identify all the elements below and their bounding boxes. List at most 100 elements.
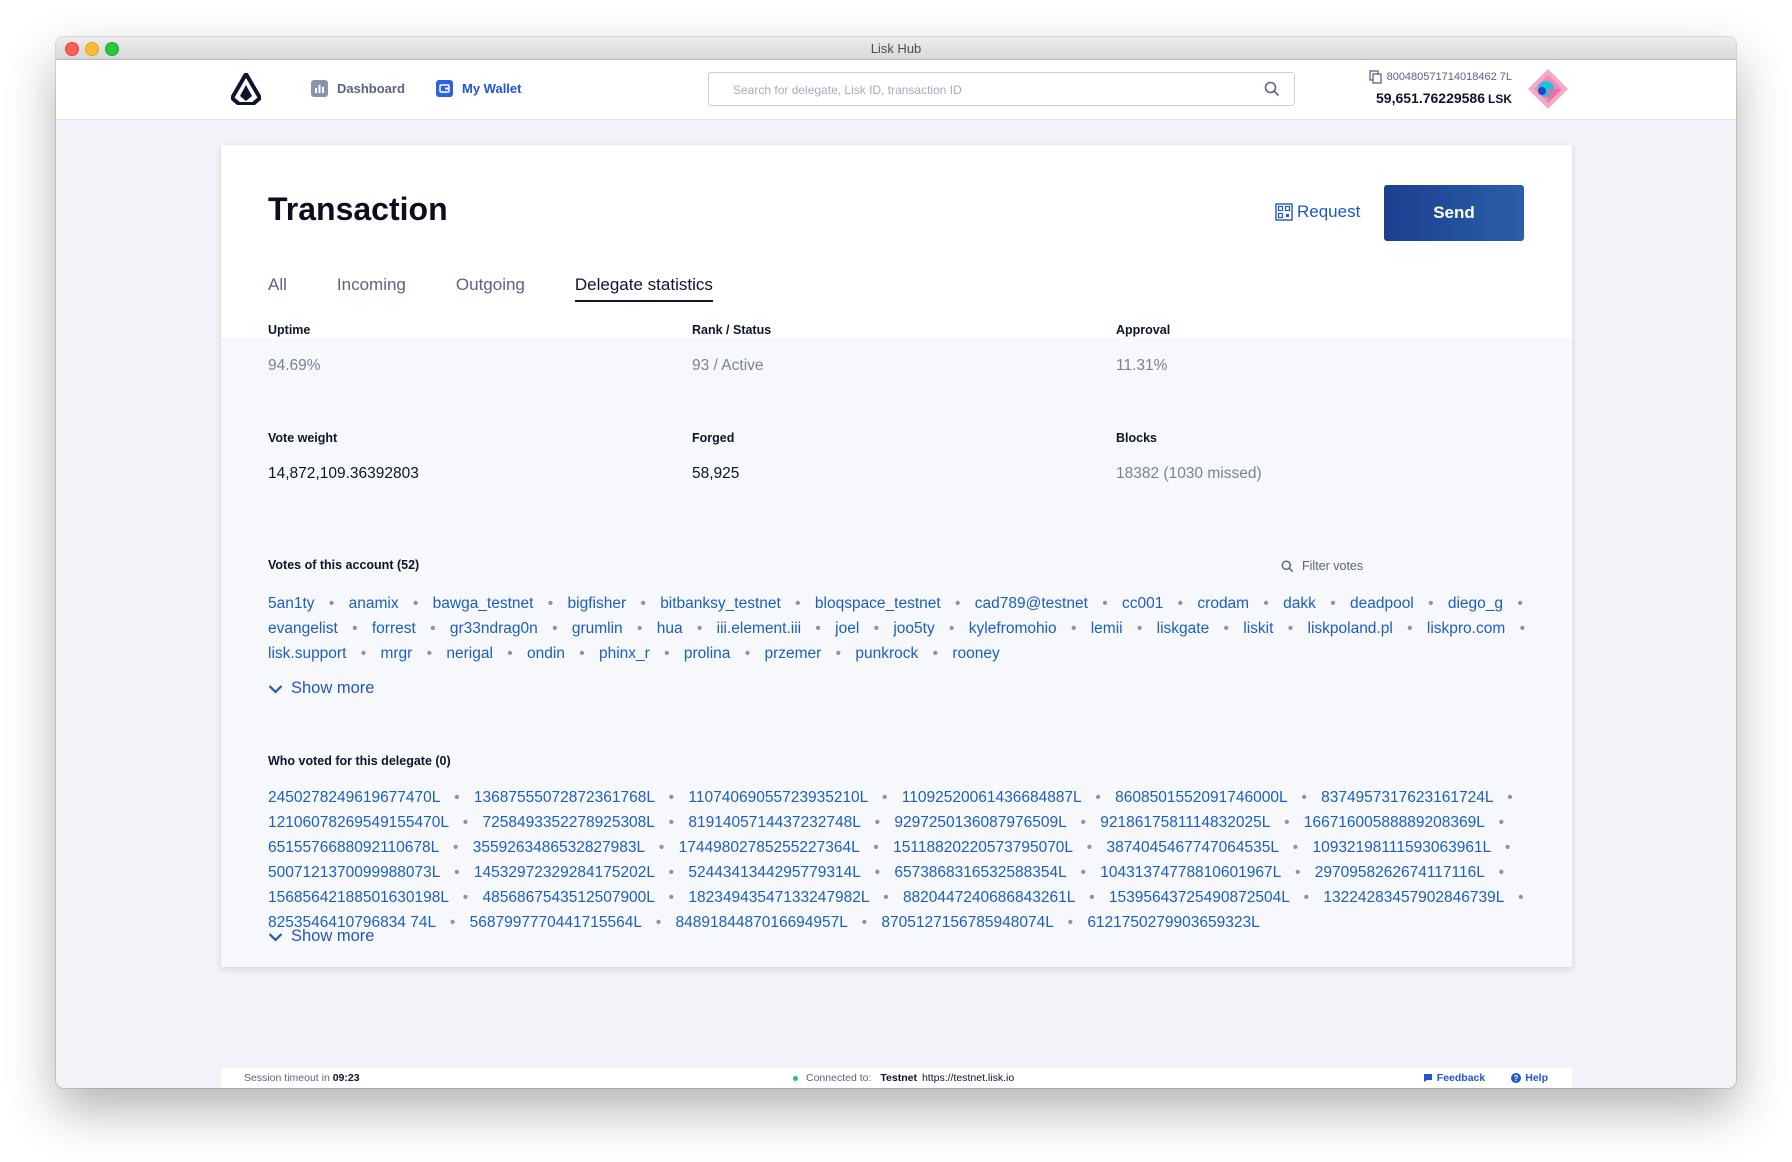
vote-item[interactable]: cc001 [1122,595,1163,612]
vote-item[interactable]: rooney [952,645,999,662]
stat-rank-label: Rank / Status [692,323,772,337]
vote-item[interactable]: bloqspace_testnet [815,595,941,612]
vote-item[interactable]: dakk [1283,595,1316,612]
vote-item[interactable]: bawga_testnet [433,595,534,612]
lisk-logo-icon[interactable] [231,73,261,105]
voter-item[interactable]: 5244341344295779314L [688,864,860,881]
voter-item[interactable]: 12106078269549155470L [268,814,448,831]
vote-item[interactable]: ondin [527,645,565,662]
voter-item[interactable]: 17449802785255227364L [679,839,859,856]
voter-item[interactable]: 13687555072872361768L [474,789,654,806]
vote-item[interactable]: evangelist [268,620,338,637]
vote-item[interactable]: grumlin [572,620,623,637]
search-icon[interactable] [1264,81,1280,97]
vote-item[interactable]: lemii [1091,620,1123,637]
voter-item[interactable]: 8608501552091746000L [1115,789,1287,806]
voter-item[interactable]: 6573868316532588354L [894,864,1066,881]
vote-item[interactable]: kylefromohio [969,620,1057,637]
copy-icon[interactable] [1368,70,1382,84]
voter-item[interactable]: 3559263486532827983L [473,839,645,856]
vote-item[interactable]: liskit [1243,620,1273,637]
voter-item[interactable]: 8705127156785948074L [881,914,1053,931]
vote-item[interactable]: 5an1ty [268,595,315,612]
voter-item[interactable]: 10431374778810601967L [1100,864,1280,881]
request-button[interactable]: Request [1275,202,1360,222]
vote-item[interactable]: deadpool [1350,595,1414,612]
voter-item[interactable]: 7258493352278925308L [483,814,655,831]
vote-item[interactable]: gr33ndrag0n [450,620,538,637]
voter-item[interactable]: 8374957317623161724L [1321,789,1493,806]
nav-my-wallet[interactable]: My Wallet [436,80,521,97]
vote-item[interactable]: lisk.support [268,645,346,662]
tab-delegate-statistics[interactable]: Delegate statistics [574,275,713,302]
separator-dot: • [547,595,554,612]
voter-item[interactable]: 16671600588889208369L [1304,814,1484,831]
vote-item[interactable]: iii.element.iii [717,620,801,637]
top-bar: Dashboard My Wallet 800480571714018462 7… [56,60,1736,120]
vote-item[interactable]: crodam [1197,595,1249,612]
vote-item[interactable]: prolina [684,645,731,662]
voter-item[interactable]: 15685642188501630198L [268,889,448,906]
connected-label: Connected to: [806,1072,872,1084]
vote-item[interactable]: nerigal [446,645,493,662]
voter-item[interactable]: 15118820220573795070L [893,839,1072,856]
vote-item[interactable]: liskpoland.pl [1308,620,1393,637]
vote-item[interactable]: mrgr [380,645,412,662]
vote-item[interactable]: forrest [372,620,416,637]
vote-item[interactable]: joel [835,620,859,637]
vote-item[interactable]: cad789@testnet [975,595,1088,612]
vote-item[interactable]: bigfisher [568,595,627,612]
voter-item[interactable]: 18234943547133247982L [688,889,868,906]
voter-item[interactable]: 3874045467747064535L [1107,839,1279,856]
separator-dot: • [1518,889,1524,906]
separator-dot: • [412,595,419,612]
chevron-down-icon [268,932,283,942]
voter-item[interactable]: 2970958262674117116L [1315,864,1485,881]
voter-item[interactable]: 6121750279903659323L [1087,914,1259,931]
balance-value: 59,651.76229586 [1376,90,1485,106]
feedback-label: Feedback [1436,1072,1486,1084]
voter-item[interactable]: 8820447240686843261L [903,889,1075,906]
voter-item[interactable]: 11074069055723935210L [688,789,867,806]
vote-item[interactable]: phinx_r [599,645,650,662]
search-input[interactable] [731,73,1255,107]
vote-item[interactable]: diego_g [1448,595,1503,612]
vote-item[interactable]: przemer [764,645,821,662]
status-footer: Session timeout in 09:23 Connected to: T… [221,1068,1572,1088]
voter-item[interactable]: 5687997770441715564L [470,914,642,931]
voter-item[interactable]: 8489184487016694957L [676,914,848,931]
vote-item[interactable]: anamix [349,595,399,612]
votes-show-more-button[interactable]: Show more [268,679,374,698]
voters-show-more-button[interactable]: Show more [268,927,374,946]
voter-item[interactable]: 15395643725490872504L [1109,889,1289,906]
voter-item[interactable]: 9297250136087976509L [894,814,1066,831]
separator-dot: • [874,864,881,881]
voter-item[interactable]: 14532972329284175202L [474,864,654,881]
filter-votes-input[interactable] [1300,558,1454,574]
voter-item[interactable]: 13224283457902846739L [1323,889,1503,906]
avatar[interactable] [1528,69,1568,109]
account-address[interactable]: 800480571714018462 7L [1368,70,1512,84]
nav-dashboard[interactable]: Dashboard [311,80,405,97]
voter-item[interactable]: 2450278249619677470L [268,789,440,806]
tab-incoming[interactable]: Incoming [337,275,406,302]
voter-item[interactable]: 4856867543512507900L [483,889,655,906]
vote-item[interactable]: liskpro.com [1427,620,1505,637]
voter-item[interactable]: 6515576688092110678L [268,839,439,856]
voter-item[interactable]: 11092520061436684887L [902,789,1081,806]
voter-item[interactable]: 10932198111593063961L [1312,839,1490,856]
qr-code-icon [1275,203,1293,221]
voter-item[interactable]: 8191405714437232748L [688,814,860,831]
vote-item[interactable]: bitbanksy_testnet [660,595,781,612]
vote-item[interactable]: joo5ty [893,620,934,637]
voter-item[interactable]: 9218617581114832025L [1100,814,1270,831]
vote-item[interactable]: punkrock [855,645,918,662]
send-button[interactable]: Send [1384,185,1524,241]
help-link[interactable]: ? Help [1511,1072,1548,1084]
vote-item[interactable]: liskgate [1157,620,1210,637]
vote-item[interactable]: hua [657,620,683,637]
tab-outgoing[interactable]: Outgoing [456,275,525,302]
voter-item[interactable]: 5007121370099988073L [268,864,440,881]
feedback-link[interactable]: Feedback [1423,1072,1485,1084]
tab-all[interactable]: All [268,275,287,302]
